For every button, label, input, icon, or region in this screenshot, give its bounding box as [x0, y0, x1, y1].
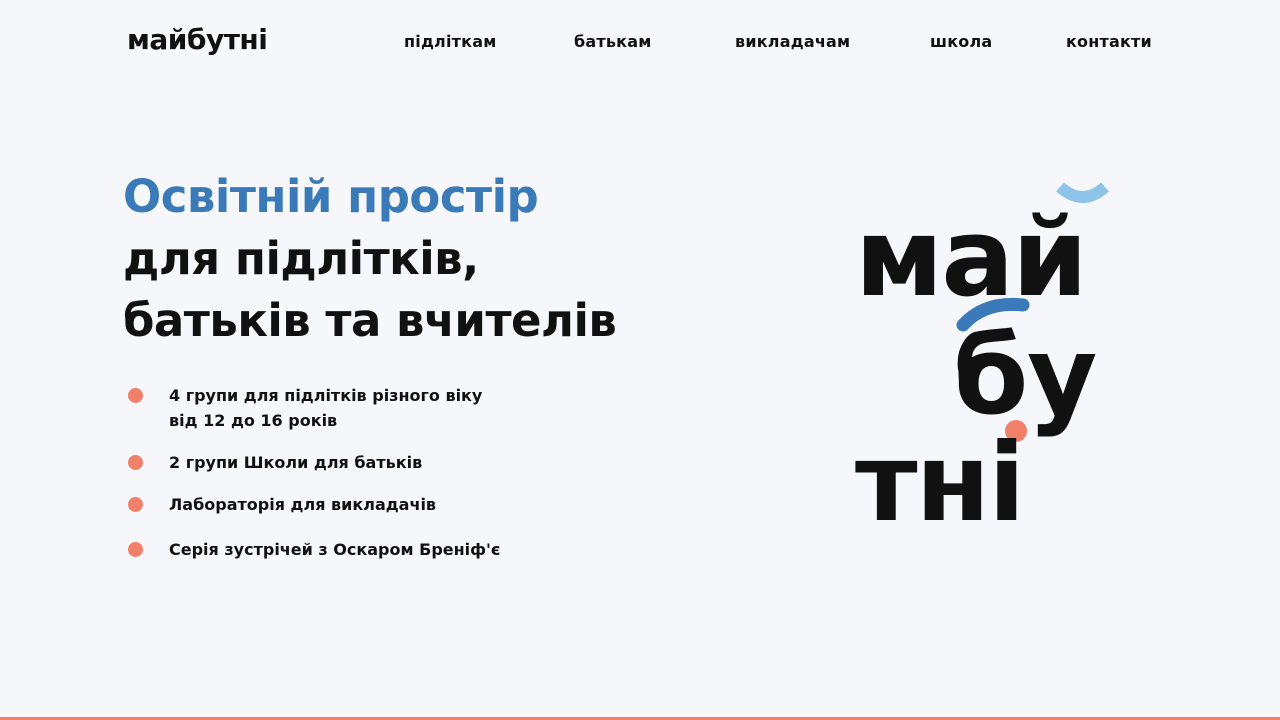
bullet-dot-icon [128, 388, 143, 403]
hero-title-line-2: батьків та вчителів [123, 294, 617, 347]
feature-item-teacher-lab: Лабораторія для викладачів [128, 492, 589, 517]
logo-row-1: май [855, 196, 1088, 321]
logo-row-2-letter-u: у [1027, 314, 1097, 439]
feature-text: Лабораторія для викладачів [169, 495, 437, 514]
hero-logo-graphic: май б у тні [855, 175, 1155, 546]
nav-item-teachers[interactable]: викладачам [735, 32, 850, 51]
feature-text: 2 групи Школи для батьків [169, 453, 423, 472]
feature-item-teen-groups: 4 групи для підлітків різного віку від 1… [128, 383, 589, 433]
nav-item-contacts[interactable]: контакти [1066, 32, 1152, 51]
feature-text-secondary: від 12 до 16 років [169, 411, 338, 430]
bullet-dot-icon [128, 497, 143, 512]
hero-title-accent: Освітній простір [123, 170, 539, 223]
feature-item-brenifier-meetings: Серія зустрічей з Оскаром Бреніф'є [128, 537, 589, 562]
nav-item-parents[interactable]: батькам [574, 32, 652, 51]
bullet-dot-icon [128, 455, 143, 470]
hero-title: Освітній простір для підлітків, батьків … [123, 166, 617, 352]
logo-row-3: тні [855, 421, 1025, 546]
main-nav: підліткам батькам викладачам школа конта… [0, 32, 1280, 54]
nav-item-teens[interactable]: підліткам [404, 32, 496, 51]
bullet-dot-icon [128, 542, 143, 557]
feature-item-parent-school: 2 групи Школи для батьків [128, 450, 589, 475]
hero-title-line-1: для підлітків, [123, 232, 479, 285]
logo-row-2-letter-b: б [953, 314, 1028, 439]
feature-text: 4 групи для підлітків різного віку [169, 386, 483, 405]
feature-text: Серія зустрічей з Оскаром Бреніф'є [169, 540, 501, 559]
nav-item-school[interactable]: школа [930, 32, 992, 51]
